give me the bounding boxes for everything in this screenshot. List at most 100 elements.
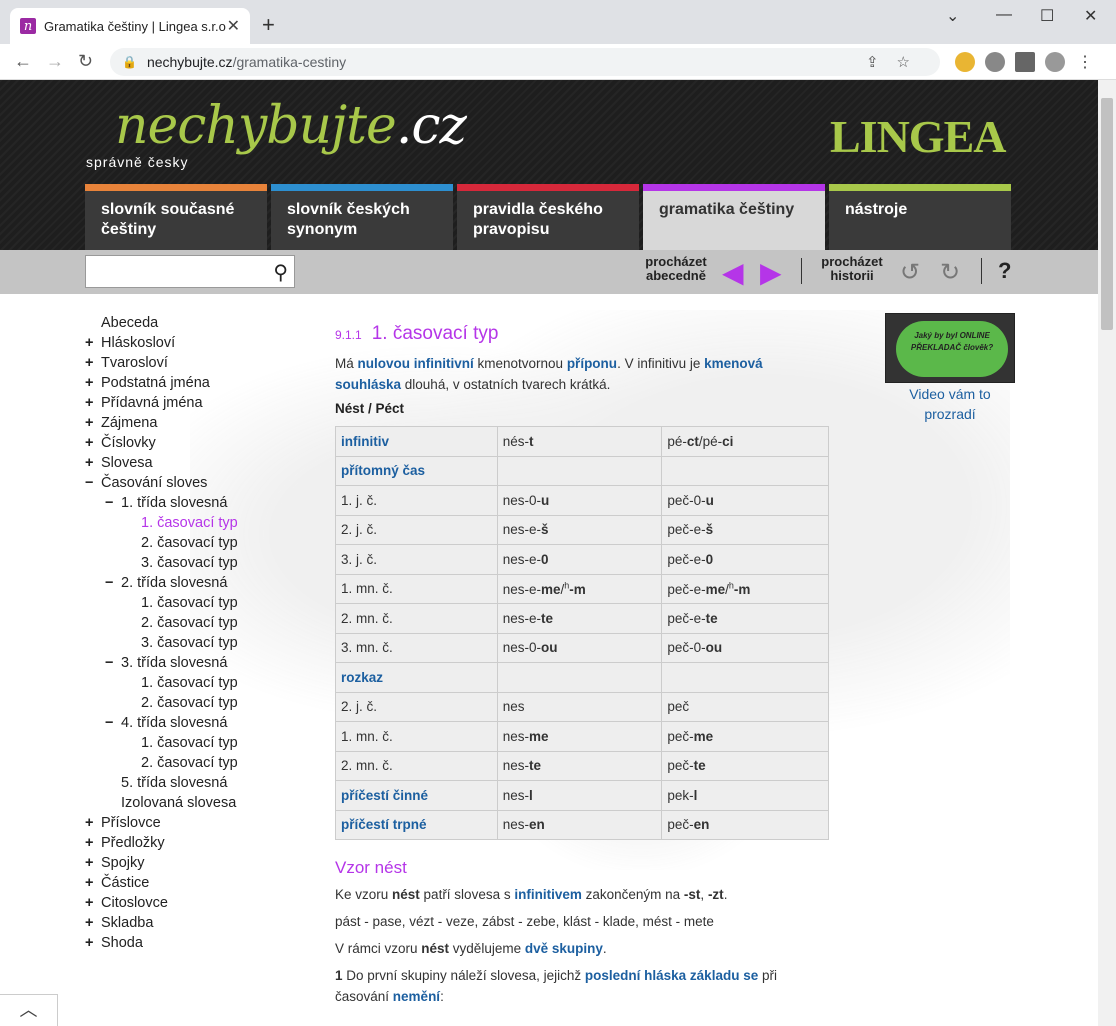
expand-icon[interactable]: +: [85, 893, 101, 913]
expand-icon[interactable]: +: [85, 873, 101, 893]
tree-item[interactable]: + Hláskosloví: [85, 333, 285, 353]
expand-icon[interactable]: +: [85, 353, 101, 373]
expand-icon[interactable]: +: [85, 393, 101, 413]
search-input[interactable]: ⚲: [85, 255, 295, 288]
expand-icon[interactable]: +: [85, 413, 101, 433]
tree-item[interactable]: 2. časovací typ: [85, 533, 285, 553]
tree-item[interactable]: −3. třída slovesná: [85, 653, 285, 673]
expand-icon[interactable]: +: [85, 933, 101, 953]
scrollbar[interactable]: [1098, 80, 1116, 1026]
expand-icon[interactable]: +: [85, 853, 101, 873]
forward-icon[interactable]: →: [46, 51, 64, 72]
tree-item[interactable]: 2. časovací typ: [85, 693, 285, 713]
tab-search-icon[interactable]: ⌄: [946, 6, 959, 26]
tree-item[interactable]: + Zájmena: [85, 413, 285, 433]
menu-kebab-icon[interactable]: ⋮: [1075, 52, 1095, 72]
reload-icon[interactable]: ↻: [78, 51, 93, 72]
ad-banner[interactable]: Jaký by byl ONLINE PŘEKLADAČ člověk?: [885, 313, 1015, 383]
nav-tab-pravidla[interactable]: pravidla českého pravopisu: [457, 184, 639, 250]
table-cell-label[interactable]: infinitiv: [335, 426, 498, 457]
table-row: 2. mn. č. nes-te peč-te: [335, 750, 829, 781]
maximize-icon[interactable]: ☐: [1040, 6, 1054, 26]
expand-icon[interactable]: +: [85, 453, 101, 473]
previous-arrow-icon[interactable]: ◀: [722, 256, 744, 289]
extensions-puzzle-icon[interactable]: [1015, 52, 1035, 72]
back-icon[interactable]: ←: [14, 51, 32, 72]
new-tab-icon[interactable]: +: [262, 12, 275, 38]
expand-icon[interactable]: +: [85, 813, 101, 833]
tree-item[interactable]: 3. časovací typ: [85, 633, 285, 653]
tree-item[interactable]: + Shoda: [85, 933, 285, 953]
close-tab-icon[interactable]: ✕: [227, 16, 240, 36]
collapse-icon[interactable]: −: [105, 653, 121, 673]
nav-tab-slovnik[interactable]: slovník současné češtiny: [85, 184, 267, 250]
minimize-icon[interactable]: —: [996, 6, 1012, 24]
tree-item[interactable]: + Spojky: [85, 853, 285, 873]
table-cell-label[interactable]: rozkaz: [335, 662, 498, 693]
tree-item[interactable]: 1. časovací typ: [85, 513, 285, 533]
extension-icon[interactable]: [985, 52, 1005, 72]
expand-icon[interactable]: +: [85, 333, 101, 353]
ad-caption-link[interactable]: Video vám to prozradí: [885, 384, 1015, 424]
scroll-to-top-button[interactable]: ︿: [0, 994, 58, 1026]
tree-item[interactable]: + Citoslovce: [85, 893, 285, 913]
expand-icon[interactable]: +: [85, 913, 101, 933]
tree-item[interactable]: 1. časovací typ: [85, 593, 285, 613]
text-segment[interactable]: nemění: [393, 989, 440, 1004]
history-forward-icon[interactable]: ↻: [940, 258, 960, 287]
tree-item[interactable]: 1. časovací typ: [85, 733, 285, 753]
bookmark-star-icon[interactable]: ☆: [897, 54, 928, 71]
text-segment[interactable]: infinitivem: [514, 887, 582, 902]
tree-item[interactable]: + Příslovce: [85, 813, 285, 833]
text-segment[interactable]: příponu: [567, 356, 617, 371]
next-arrow-icon[interactable]: ▶: [760, 256, 782, 289]
table-cell-label[interactable]: příčestí trpné: [335, 809, 498, 840]
text-segment[interactable]: poslední hláska základu se: [585, 968, 758, 983]
site-logo[interactable]: nechybujte.cz: [115, 96, 467, 156]
tree-item[interactable]: 3. časovací typ: [85, 553, 285, 573]
text-segment[interactable]: nulovou infinitivní: [358, 356, 474, 371]
table-cell-label[interactable]: přítomný čas: [335, 455, 498, 486]
tree-item[interactable]: + Předložky: [85, 833, 285, 853]
share-icon[interactable]: ⇪: [866, 54, 897, 71]
nav-tab-nastroje[interactable]: nástroje: [829, 184, 1011, 250]
tree-item[interactable]: Izolovaná slovesa: [85, 793, 285, 813]
url-input[interactable]: 🔒 nechybujte.cz/gramatika-cestiny ⇪☆: [110, 48, 940, 76]
tree-item[interactable]: + Skladba: [85, 913, 285, 933]
close-window-icon[interactable]: ✕: [1084, 6, 1097, 26]
tree-item[interactable]: + Částice: [85, 873, 285, 893]
collapse-icon[interactable]: −: [105, 713, 121, 733]
tree-item[interactable]: + Přídavná jména: [85, 393, 285, 413]
nav-tab-synonyma[interactable]: slovník českých synonym: [271, 184, 453, 250]
tree-item[interactable]: −2. třída slovesná: [85, 573, 285, 593]
collapse-icon[interactable]: −: [105, 493, 121, 513]
tree-item[interactable]: −1. třída slovesná: [85, 493, 285, 513]
tree-item[interactable]: Abeceda: [85, 313, 285, 333]
scrollbar-thumb[interactable]: [1101, 98, 1113, 330]
collapse-icon[interactable]: −: [105, 573, 121, 593]
tree-item[interactable]: − Časování sloves: [85, 473, 285, 493]
expand-icon[interactable]: +: [85, 833, 101, 853]
tree-item[interactable]: 1. časovací typ: [85, 673, 285, 693]
tree-item[interactable]: + Podstatná jména: [85, 373, 285, 393]
tree-item[interactable]: 2. časovací typ: [85, 753, 285, 773]
tree-item[interactable]: + Slovesa: [85, 453, 285, 473]
profile-avatar-icon[interactable]: [1045, 52, 1065, 72]
brand-logo[interactable]: LINGEA: [830, 110, 1006, 163]
collapse-icon[interactable]: −: [85, 473, 101, 493]
tree-item[interactable]: −4. třída slovesná: [85, 713, 285, 733]
text-segment[interactable]: dvě skupiny: [525, 941, 603, 956]
search-icon[interactable]: ⚲: [273, 260, 288, 285]
help-button[interactable]: ?: [998, 258, 1011, 284]
extension-icon[interactable]: [955, 52, 975, 72]
tree-item[interactable]: + Tvarosloví: [85, 353, 285, 373]
expand-icon[interactable]: +: [85, 433, 101, 453]
expand-icon[interactable]: +: [85, 373, 101, 393]
table-cell-label[interactable]: příčestí činné: [335, 780, 498, 811]
nav-tab-gramatika[interactable]: gramatika češtiny: [643, 184, 825, 250]
tree-item[interactable]: 5. třída slovesná: [85, 773, 285, 793]
tree-item[interactable]: + Číslovky: [85, 433, 285, 453]
browser-tab[interactable]: n Gramatika češtiny | Lingea s.r.o. ✕: [10, 8, 250, 44]
history-back-icon[interactable]: ↺: [900, 258, 920, 287]
tree-item[interactable]: 2. časovací typ: [85, 613, 285, 633]
